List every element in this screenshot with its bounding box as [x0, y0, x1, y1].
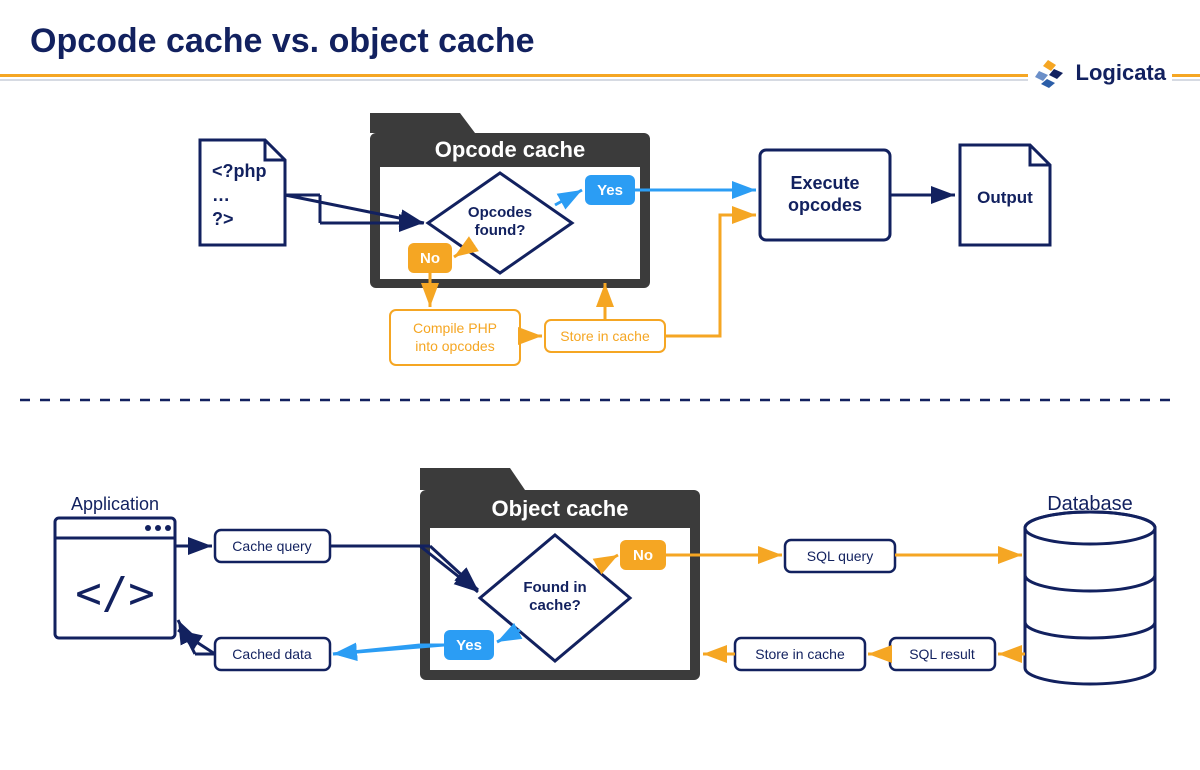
svg-text:Yes: Yes [456, 637, 482, 654]
object-diagram: Application </> Cache query Cached data … [0, 420, 1200, 750]
svg-text:Store in cache: Store in cache [560, 328, 650, 344]
svg-text:Compile PHP: Compile PHP [413, 320, 497, 336]
brand-name: Logicata [1076, 60, 1166, 86]
svg-text:</>: </> [75, 568, 154, 619]
svg-text:Cache query: Cache query [232, 538, 311, 554]
opcode-yes-badge: Yes [585, 175, 635, 205]
svg-text:Output: Output [977, 188, 1033, 207]
svg-text:?>: ?> [212, 209, 234, 229]
svg-text:Execute: Execute [790, 173, 859, 193]
svg-text:SQL query: SQL query [807, 548, 873, 564]
svg-text:Yes: Yes [597, 182, 623, 199]
opcode-no-badge: No [408, 243, 452, 273]
sql-query-box: SQL query [785, 540, 895, 572]
brand-logo: Logicata [1028, 52, 1172, 94]
output-file-icon: Output [960, 145, 1050, 245]
opcode-box-title: Opcode cache [435, 137, 585, 162]
svg-text:Found in: Found in [523, 579, 586, 596]
sql-result-box: SQL result [890, 638, 995, 670]
object-no-badge: No [620, 540, 666, 570]
svg-text:into opcodes: into opcodes [415, 338, 494, 354]
svg-text:cache?: cache? [529, 597, 581, 614]
logo-icon [1034, 56, 1068, 90]
object-yes-badge: Yes [444, 630, 494, 660]
svg-text:Application: Application [71, 494, 159, 514]
application-icon: Application </> [55, 494, 175, 638]
svg-text:Object cache: Object cache [492, 496, 629, 521]
cached-data-box: Cached data [215, 638, 330, 670]
svg-text:No: No [633, 547, 653, 564]
svg-text:…: … [212, 185, 230, 205]
svg-text:SQL result: SQL result [909, 646, 975, 662]
execute-opcodes-box: Execute opcodes [760, 150, 890, 240]
svg-text:Opcodes: Opcodes [468, 204, 532, 221]
cache-query-box: Cache query [215, 530, 330, 562]
database-icon: Database [1025, 493, 1155, 684]
svg-text:found?: found? [475, 222, 526, 239]
title-rule-orange [0, 74, 1200, 77]
svg-text:Store in cache: Store in cache [755, 646, 845, 662]
store-object-box: Store in cache [735, 638, 865, 670]
title-rule-grey [0, 79, 1200, 81]
svg-text:No: No [420, 250, 440, 267]
php-file-icon: <?php … ?> [200, 140, 285, 245]
compile-php-box: Compile PHP into opcodes [390, 310, 520, 365]
svg-text:opcodes: opcodes [788, 195, 862, 215]
section-divider [0, 395, 1200, 405]
store-opcode-box: Store in cache [545, 320, 665, 352]
opcode-diagram: <?php … ?> Opcode cache Opcodes found? Y… [0, 95, 1200, 385]
page-title: Opcode cache vs. object cache [30, 22, 535, 61]
svg-text:Cached data: Cached data [232, 646, 312, 662]
svg-text:<?php: <?php [212, 161, 267, 181]
